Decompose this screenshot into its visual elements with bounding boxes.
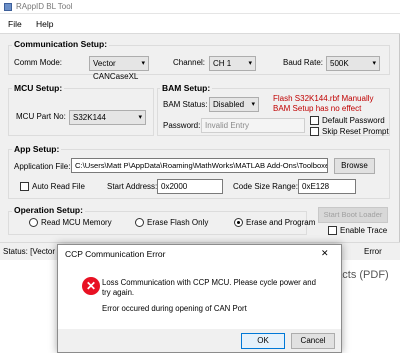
enable-trace-checkbox[interactable] xyxy=(328,226,337,235)
enable-trace-label: Enable Trace xyxy=(340,226,388,235)
password-value: Invalid Entry xyxy=(205,121,250,130)
bam-setup-title: BAM Setup: xyxy=(160,83,213,93)
menu-help[interactable]: Help xyxy=(36,19,53,29)
mcu-part-value: S32K144 xyxy=(73,113,106,122)
baud-rate-value: 500K xyxy=(330,59,349,68)
cancel-button[interactable]: Cancel xyxy=(291,333,335,349)
error-icon: ✕ xyxy=(82,277,100,295)
comm-setup-title: Communication Setup: xyxy=(12,39,110,49)
cancel-button-label: Cancel xyxy=(300,336,326,345)
chevron-down-icon: ▾ xyxy=(141,60,145,67)
mcu-part-label: MCU Part No: xyxy=(16,112,66,121)
ok-button-label: OK xyxy=(257,336,269,345)
browse-button-label: Browse xyxy=(341,161,368,170)
main-window: RAppID BL Tool File Help Communication S… xyxy=(0,0,400,260)
app-icon xyxy=(4,3,12,11)
chevron-down-icon: ▾ xyxy=(248,60,252,67)
window-title: RAppID BL Tool xyxy=(16,2,73,11)
dialog-body: ✕ Loss Communication with CCP MCU. Pleas… xyxy=(58,263,341,329)
status-text: Status: [Vector C xyxy=(3,247,64,256)
baud-rate-label: Baud Rate: xyxy=(283,58,324,67)
channel-select[interactable]: CH 1 ▾ xyxy=(209,56,256,71)
code-size-field[interactable]: 0xE128 xyxy=(298,179,356,194)
code-size-value: 0xE128 xyxy=(302,182,330,191)
start-address-label: Start Address: xyxy=(107,182,158,191)
comm-mode-value: Vector CANCaseXL xyxy=(93,59,139,81)
status-error: Error xyxy=(364,247,382,256)
chevron-down-icon: ▾ xyxy=(251,101,255,108)
browse-button[interactable]: Browse xyxy=(334,158,375,174)
default-password-label: Default Password xyxy=(322,116,385,125)
start-boot-loader-label: Start Boot Loader xyxy=(323,210,383,219)
close-icon[interactable]: ✕ xyxy=(321,248,329,259)
comm-mode-select[interactable]: Vector CANCaseXL ▾ xyxy=(89,56,149,81)
auto-read-label: Auto Read File xyxy=(32,182,85,191)
default-password-checkbox[interactable] xyxy=(310,116,319,125)
mcu-setup-title: MCU Setup: xyxy=(12,83,65,93)
skip-reset-label: Skip Reset Prompt xyxy=(322,127,389,136)
bam-status-select[interactable]: Disabled ▾ xyxy=(209,97,259,112)
start-boot-loader-button[interactable]: Start Boot Loader xyxy=(318,207,388,223)
operation-setup-title: Operation Setup: xyxy=(12,205,85,215)
application-file-value: C:\Users\Matt P\AppData\Roaming\MathWork… xyxy=(75,161,328,170)
title-bar: RAppID BL Tool xyxy=(0,0,400,14)
menu-file[interactable]: File xyxy=(8,19,22,29)
app-setup-title: App Setup: xyxy=(12,144,62,154)
skip-reset-checkbox[interactable] xyxy=(310,127,319,136)
baud-rate-select[interactable]: 500K ▾ xyxy=(326,56,380,71)
bam-note-line1: Flash S32K144.rbf Manually xyxy=(273,94,374,103)
password-field[interactable]: Invalid Entry xyxy=(201,118,305,133)
read-mcu-radio[interactable] xyxy=(29,218,38,227)
mcu-part-select[interactable]: S32K144 ▾ xyxy=(69,110,146,125)
erase-program-label: Erase and Program xyxy=(246,218,316,227)
read-mcu-label: Read MCU Memory xyxy=(41,218,112,227)
erase-program-radio[interactable] xyxy=(234,218,243,227)
erase-only-label: Erase Flash Only xyxy=(147,218,209,227)
password-label: Password: xyxy=(163,121,201,130)
dialog-message-line1: Loss Communication with CCP MCU. Please … xyxy=(102,278,316,287)
code-size-label: Code Size Range: xyxy=(233,182,298,191)
start-address-value: 0x2000 xyxy=(161,182,188,191)
dialog-title: CCP Communication Error xyxy=(65,249,166,259)
auto-read-checkbox[interactable] xyxy=(20,182,29,191)
channel-value: CH 1 xyxy=(213,59,232,68)
dialog-message-line2: try again. xyxy=(102,288,135,297)
bam-status-value: Disabled xyxy=(213,100,245,109)
channel-label: Channel: xyxy=(173,58,206,67)
ok-button[interactable]: OK xyxy=(241,333,285,349)
start-address-field[interactable]: 0x2000 xyxy=(157,179,223,194)
bam-status-label: BAM Status: xyxy=(163,100,208,109)
menu-bar: File Help xyxy=(0,14,400,34)
application-file-label: Application File: xyxy=(14,162,71,171)
chevron-down-icon: ▾ xyxy=(138,114,142,121)
comm-mode-label: Comm Mode: xyxy=(14,58,63,67)
dialog-message-line3: Error occured during opening of CAN Port xyxy=(102,304,247,313)
application-file-field[interactable]: C:\Users\Matt P\AppData\Roaming\MathWork… xyxy=(71,158,328,173)
erase-only-radio[interactable] xyxy=(135,218,144,227)
dialog-title-bar: CCP Communication Error ✕ xyxy=(58,245,341,263)
error-dialog: CCP Communication Error ✕ ✕ Loss Communi… xyxy=(57,244,342,353)
bam-note-line2: BAM Setup has no effect xyxy=(273,104,362,113)
chevron-down-icon: ▾ xyxy=(372,60,376,67)
